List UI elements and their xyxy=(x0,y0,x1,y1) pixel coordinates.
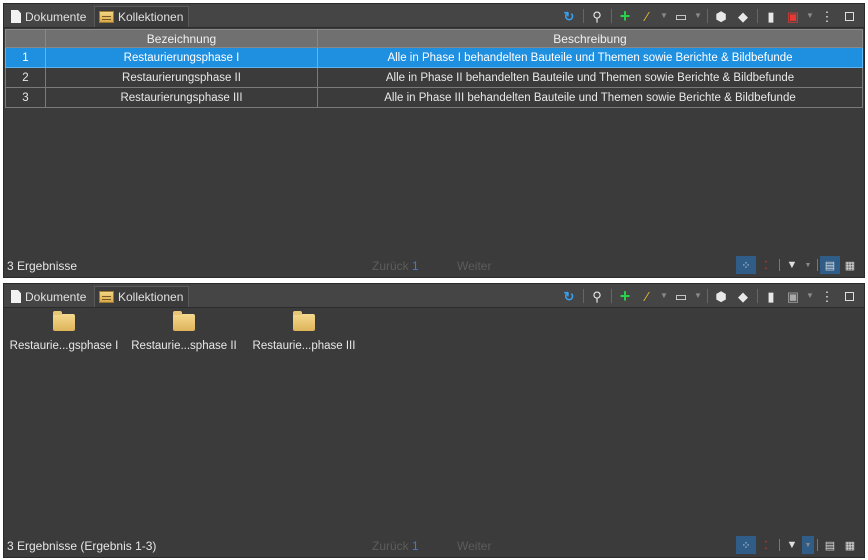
cell-description[interactable]: Alle in Phase II behandelten Bauteile un… xyxy=(317,67,863,88)
tab-label: Dokumente xyxy=(25,289,87,304)
refresh-icon[interactable]: ↻ xyxy=(558,7,580,25)
table-panel: Dokumente Kollektionen ↻ ⚲ + ∕ ▼ ▭ ▼ ⬢ ◆… xyxy=(3,3,865,278)
page-number: 1 xyxy=(412,259,419,273)
link-icon[interactable]: ▭ xyxy=(670,7,692,25)
result-count: 3 Ergebnisse xyxy=(7,259,78,273)
pager-back-button[interactable]: Zurück 1 xyxy=(372,539,419,553)
tab-label: Kollektionen xyxy=(118,10,184,24)
cell-name[interactable]: Restaurierungsphase I xyxy=(45,47,318,68)
toolbar: Dokumente Kollektionen ↻ ⚲ + ∕ ▼ ▭ ▼ ⬢ ◆… xyxy=(4,284,864,308)
status-bar: 3 Ergebnisse (Ergebnis 1-3) Zurück 1 Wei… xyxy=(4,533,864,557)
collections-table: Bezeichnung Beschreibung 1 Restaurierung… xyxy=(5,29,863,108)
column-header-description[interactable]: Beschreibung xyxy=(317,29,863,48)
grid-view-icon[interactable]: ▦ xyxy=(840,536,860,554)
tab-collections[interactable]: Kollektionen xyxy=(94,6,190,27)
window-icon[interactable] xyxy=(838,287,860,305)
folder-icon xyxy=(293,311,315,331)
more-icon[interactable]: ⋮ xyxy=(816,7,838,25)
table-view-icon[interactable]: ▤ xyxy=(820,256,840,274)
pager-back-label: Zurück xyxy=(372,539,409,553)
table-view-icon[interactable]: ▤ xyxy=(820,536,840,554)
tab-collections[interactable]: Kollektionen xyxy=(94,286,190,307)
pin-icon[interactable]: ⁚ xyxy=(756,536,776,554)
cube-icon[interactable]: ⬢ xyxy=(710,287,732,305)
tab-label: Kollektionen xyxy=(118,290,184,304)
chevron-down-icon[interactable]: ▼ xyxy=(804,287,816,305)
layout-icon[interactable]: ⁘ xyxy=(736,536,756,554)
table-row[interactable]: 3 Restaurierungsphase III Alle in Phase … xyxy=(5,87,863,108)
tab-label: Dokumente xyxy=(25,9,87,24)
cube-icon[interactable]: ⬢ xyxy=(710,7,732,25)
copy-icon[interactable]: ▮ xyxy=(760,7,782,25)
pen-icon[interactable]: ∕ xyxy=(636,7,658,25)
folder-item[interactable]: Restaurie...gsphase I xyxy=(4,311,124,352)
chevron-down-icon[interactable]: ▼ xyxy=(802,536,814,554)
copy-icon[interactable]: ▮ xyxy=(760,287,782,305)
folder-label: Restaurie...sphase II xyxy=(131,340,237,352)
window-icon[interactable] xyxy=(838,7,860,25)
more-icon[interactable]: ⋮ xyxy=(816,287,838,305)
folder-item[interactable]: Restaurie...phase III xyxy=(244,311,364,352)
tab-documents[interactable]: Dokumente xyxy=(7,286,91,307)
result-count: 3 Ergebnisse (Ergebnis 1-3) xyxy=(7,539,157,553)
document-icon xyxy=(11,10,21,23)
filter-icon[interactable]: ▼ xyxy=(782,536,802,554)
pin-icon[interactable]: ⁚ xyxy=(756,256,776,274)
chevron-down-icon[interactable]: ▼ xyxy=(658,287,670,305)
plus-icon[interactable]: + xyxy=(614,7,636,25)
search-icon[interactable]: ⚲ xyxy=(586,7,608,25)
page-number: 1 xyxy=(412,539,419,553)
row-number: 2 xyxy=(5,67,46,88)
document-icon xyxy=(11,290,21,303)
pager-next-button[interactable]: Weiter xyxy=(457,539,491,553)
cell-name[interactable]: Restaurierungsphase II xyxy=(45,67,318,88)
folder-label: Restaurie...gsphase I xyxy=(9,340,119,352)
folder-item[interactable]: Restaurie...sphase II xyxy=(124,311,244,352)
table-row[interactable]: 1 Restaurierungsphase I Alle in Phase I … xyxy=(5,47,863,68)
row-number: 3 xyxy=(5,87,46,108)
folder-icon xyxy=(173,311,195,331)
toolbar-actions: ↻ ⚲ + ∕ ▼ ▭ ▼ ⬢ ◆ ▮ ▣ ▼ ⋮ xyxy=(558,287,860,305)
view-tools: ⁘ ⁚ ▼ ▼ ▤ ▦ xyxy=(736,256,860,274)
folder-icon xyxy=(53,311,75,331)
toolbar: Dokumente Kollektionen ↻ ⚲ + ∕ ▼ ▭ ▼ ⬢ ◆… xyxy=(4,4,864,28)
collection-icon xyxy=(99,11,114,23)
pager-next-button[interactable]: Weiter xyxy=(457,259,491,273)
chevron-down-icon[interactable]: ▼ xyxy=(658,7,670,25)
chevron-down-icon[interactable]: ▼ xyxy=(692,7,704,25)
row-number: 1 xyxy=(5,47,46,68)
link-icon[interactable]: ▭ xyxy=(670,287,692,305)
tab-documents[interactable]: Dokumente xyxy=(7,6,91,27)
plus-icon[interactable]: + xyxy=(614,287,636,305)
row-number-header xyxy=(5,29,46,48)
tag-icon[interactable]: ◆ xyxy=(732,7,754,25)
status-bar: 3 Ergebnisse Zurück 1 Weiter ⁘ ⁚ ▼ ▼ ▤ ▦ xyxy=(4,253,864,277)
toolbar-actions: ↻ ⚲ + ∕ ▼ ▭ ▼ ⬢ ◆ ▮ ▣ ▼ ⋮ xyxy=(558,7,860,25)
cell-name[interactable]: Restaurierungsphase III xyxy=(45,87,318,108)
cell-description[interactable]: Alle in Phase I behandelten Bauteile und… xyxy=(317,47,863,68)
pdf-icon[interactable]: ▣ xyxy=(782,7,804,25)
table-row[interactable]: 2 Restaurierungsphase II Alle in Phase I… xyxy=(5,67,863,88)
folder-label: Restaurie...phase III xyxy=(252,340,356,352)
pdf-icon[interactable]: ▣ xyxy=(782,287,804,305)
pager-back-label: Zurück xyxy=(372,259,409,273)
grid-view-icon[interactable]: ▦ xyxy=(840,256,860,274)
chevron-down-icon[interactable]: ▼ xyxy=(692,287,704,305)
refresh-icon[interactable]: ↻ xyxy=(558,287,580,305)
pager-back-button[interactable]: Zurück 1 xyxy=(372,259,419,273)
cell-description[interactable]: Alle in Phase III behandelten Bauteile u… xyxy=(317,87,863,108)
icon-panel: Dokumente Kollektionen ↻ ⚲ + ∕ ▼ ▭ ▼ ⬢ ◆… xyxy=(3,283,865,558)
tag-icon[interactable]: ◆ xyxy=(732,287,754,305)
chevron-down-icon[interactable]: ▼ xyxy=(804,7,816,25)
collection-icon xyxy=(99,291,114,303)
view-tools: ⁘ ⁚ ▼ ▼ ▤ ▦ xyxy=(736,536,860,554)
column-header-name[interactable]: Bezeichnung xyxy=(45,29,318,48)
search-icon[interactable]: ⚲ xyxy=(586,287,608,305)
pen-icon[interactable]: ∕ xyxy=(636,287,658,305)
layout-icon[interactable]: ⁘ xyxy=(736,256,756,274)
chevron-down-icon[interactable]: ▼ xyxy=(802,256,814,274)
filter-icon[interactable]: ▼ xyxy=(782,256,802,274)
